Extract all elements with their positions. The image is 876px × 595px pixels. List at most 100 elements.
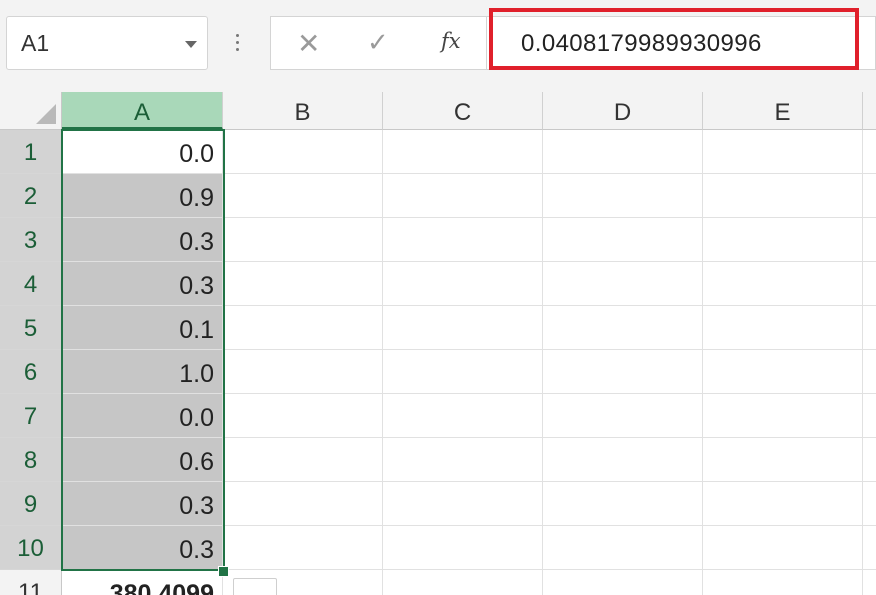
- insert-function-icon[interactable]: fx: [441, 29, 461, 53]
- cell-e4[interactable]: [703, 262, 863, 306]
- cell-a7[interactable]: 0.0: [62, 394, 223, 438]
- cell-a5[interactable]: 0.1: [62, 306, 223, 350]
- quick-analysis-button[interactable]: [233, 578, 277, 595]
- cell-d6[interactable]: [543, 350, 703, 394]
- formula-input[interactable]: 0.0408179989930996: [486, 16, 876, 70]
- cell-d3[interactable]: [543, 218, 703, 262]
- cell-c2[interactable]: [383, 174, 543, 218]
- cell-e10[interactable]: [703, 526, 863, 570]
- cell-e3[interactable]: [703, 218, 863, 262]
- cell-b10[interactable]: [223, 526, 383, 570]
- cell-f7[interactable]: [863, 394, 876, 438]
- row-header-3[interactable]: 3: [0, 218, 62, 262]
- cell-value: 0.6: [179, 448, 214, 476]
- cell-e7[interactable]: [703, 394, 863, 438]
- cell-a3[interactable]: 0.3: [62, 218, 223, 262]
- cell-d2[interactable]: [543, 174, 703, 218]
- name-box-value: A1: [21, 30, 50, 56]
- cell-c4[interactable]: [383, 262, 543, 306]
- name-box[interactable]: A1: [6, 16, 208, 70]
- fill-handle[interactable]: [218, 566, 229, 577]
- column-header-d[interactable]: D: [543, 92, 703, 130]
- select-all-icon: [36, 104, 56, 124]
- cell-a2[interactable]: 0.9: [62, 174, 223, 218]
- cell-value: 0.0: [179, 404, 214, 432]
- row-header-4[interactable]: 4: [0, 262, 62, 306]
- cell-b9[interactable]: [223, 482, 383, 526]
- cell-b1[interactable]: [223, 130, 383, 174]
- cell-d9[interactable]: [543, 482, 703, 526]
- cell-c6[interactable]: [383, 350, 543, 394]
- select-all-button[interactable]: [0, 92, 62, 130]
- cell-d10[interactable]: [543, 526, 703, 570]
- cell-c5[interactable]: [383, 306, 543, 350]
- cell-b4[interactable]: [223, 262, 383, 306]
- cell-f4[interactable]: [863, 262, 876, 306]
- chevron-down-icon[interactable]: [185, 41, 197, 48]
- grip-dots-icon[interactable]: [236, 34, 239, 54]
- column-header-a[interactable]: A: [62, 92, 223, 130]
- cell-f1[interactable]: [863, 130, 876, 174]
- cell-c11[interactable]: [383, 570, 543, 595]
- cell-value: 0.1: [179, 316, 214, 344]
- cell-a9[interactable]: 0.3: [62, 482, 223, 526]
- cell-c7[interactable]: [383, 394, 543, 438]
- cell-d7[interactable]: [543, 394, 703, 438]
- column-header-c[interactable]: C: [383, 92, 543, 130]
- cell-e8[interactable]: [703, 438, 863, 482]
- cell-d11[interactable]: [543, 570, 703, 595]
- row-header-5[interactable]: 5: [0, 306, 62, 350]
- cell-b5[interactable]: [223, 306, 383, 350]
- cell-a8[interactable]: 0.6: [62, 438, 223, 482]
- column-header-b[interactable]: B: [223, 92, 383, 130]
- row-header-7[interactable]: 7: [0, 394, 62, 438]
- cell-d8[interactable]: [543, 438, 703, 482]
- enter-icon[interactable]: ✓: [367, 27, 389, 58]
- cell-value: 380.4099: [109, 580, 214, 595]
- cell-e11[interactable]: [703, 570, 863, 595]
- cell-d4[interactable]: [543, 262, 703, 306]
- cell-c3[interactable]: [383, 218, 543, 262]
- cell-e5[interactable]: [703, 306, 863, 350]
- cell-c8[interactable]: [383, 438, 543, 482]
- cell-f11[interactable]: [863, 570, 876, 595]
- row-header-1[interactable]: 1: [0, 130, 62, 174]
- cell-b3[interactable]: [223, 218, 383, 262]
- spreadsheet-grid: A B C D E 1 0.0 2 0.9 3 0.3 4 0.3 5 0.1 6 1.0 7 0.0 8 0…: [0, 92, 876, 595]
- cell-value: 0.3: [179, 228, 214, 256]
- cell-d1[interactable]: [543, 130, 703, 174]
- cell-a1[interactable]: 0.0: [62, 130, 223, 174]
- cell-a11[interactable]: 380.4099: [62, 570, 223, 595]
- cell-f8[interactable]: [863, 438, 876, 482]
- cell-a6[interactable]: 1.0: [62, 350, 223, 394]
- row-header-9[interactable]: 9: [0, 482, 62, 526]
- row-header-2[interactable]: 2: [0, 174, 62, 218]
- cell-e6[interactable]: [703, 350, 863, 394]
- cell-f9[interactable]: [863, 482, 876, 526]
- cell-f10[interactable]: [863, 526, 876, 570]
- cell-b6[interactable]: [223, 350, 383, 394]
- cell-a4[interactable]: 0.3: [62, 262, 223, 306]
- cell-f5[interactable]: [863, 306, 876, 350]
- cell-e2[interactable]: [703, 174, 863, 218]
- column-header-e[interactable]: E: [703, 92, 863, 130]
- cell-d5[interactable]: [543, 306, 703, 350]
- column-header-f[interactable]: [863, 92, 876, 130]
- cell-c1[interactable]: [383, 130, 543, 174]
- row-header-6[interactable]: 6: [0, 350, 62, 394]
- row-header-10[interactable]: 10: [0, 526, 62, 570]
- row-header-8[interactable]: 8: [0, 438, 62, 482]
- cell-e9[interactable]: [703, 482, 863, 526]
- cancel-icon[interactable]: ✕: [297, 27, 320, 60]
- cell-e1[interactable]: [703, 130, 863, 174]
- cell-c10[interactable]: [383, 526, 543, 570]
- cell-b2[interactable]: [223, 174, 383, 218]
- cell-f3[interactable]: [863, 218, 876, 262]
- cell-f2[interactable]: [863, 174, 876, 218]
- cell-c9[interactable]: [383, 482, 543, 526]
- cell-b8[interactable]: [223, 438, 383, 482]
- cell-a10[interactable]: 0.3: [62, 526, 223, 570]
- row-header-11[interactable]: 11: [0, 570, 62, 595]
- cell-b7[interactable]: [223, 394, 383, 438]
- cell-f6[interactable]: [863, 350, 876, 394]
